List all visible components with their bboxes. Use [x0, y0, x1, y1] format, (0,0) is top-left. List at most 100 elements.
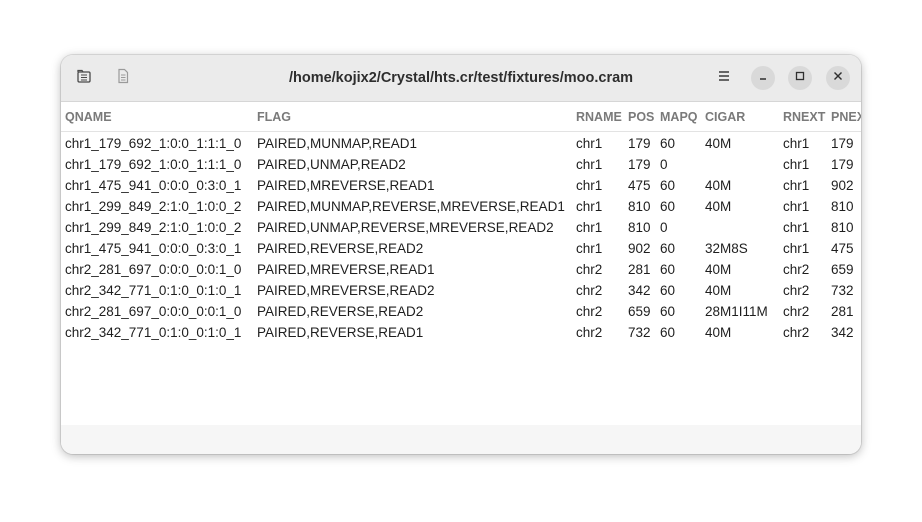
cell-rnext: chr1: [783, 136, 810, 151]
cell-mapq: 60: [660, 262, 676, 277]
cell-cigar: 40M: [705, 283, 732, 298]
cell-rnext: chr1: [783, 241, 810, 256]
cell-pnext: 475: [831, 241, 854, 256]
header-bar: /home/kojix2/Crystal/hts.cr/test/fixture…: [61, 55, 861, 102]
records-table: QNAME FLAG RNAME POS MAPQ CIGAR RNEXT PN…: [61, 102, 861, 343]
cell-flag: PAIRED,REVERSE,READ2: [257, 241, 424, 256]
cell-qname: chr2_281_697_0:0:0_0:0:1_0: [65, 262, 242, 277]
cell-rnext: chr2: [783, 283, 810, 298]
open-folder-icon: [75, 67, 93, 90]
cell-mapq: 0: [660, 157, 668, 172]
cell-mapq: 60: [660, 304, 676, 319]
table-header-row: QNAME FLAG RNAME POS MAPQ CIGAR RNEXT PN…: [61, 102, 861, 132]
cell-qname: chr1_299_849_2:1:0_1:0:0_2: [65, 199, 242, 214]
open-folder-button[interactable]: [72, 66, 96, 90]
cell-mapq: 60: [660, 283, 676, 298]
cell-pnext: 281: [831, 304, 854, 319]
column-header-cigar[interactable]: CIGAR: [701, 102, 779, 132]
maximize-button[interactable]: [788, 66, 812, 90]
cell-rname: chr1: [576, 199, 603, 214]
column-header-qname[interactable]: QNAME: [61, 102, 253, 132]
cell-rnext: chr1: [783, 157, 810, 172]
cell-mapq: 60: [660, 178, 676, 193]
table-row[interactable]: chr1_179_692_1:0:0_1:1:1_0 PAIRED,UNMAP,…: [61, 154, 861, 175]
cell-pnext: 179: [831, 136, 854, 151]
cell-rnext: chr1: [783, 178, 810, 193]
document-button[interactable]: [111, 66, 135, 90]
cell-rnext: chr1: [783, 220, 810, 235]
cell-rnext: chr2: [783, 304, 810, 319]
cell-flag: PAIRED,MREVERSE,READ2: [257, 283, 435, 298]
cell-qname: chr1_475_941_0:0:0_0:3:0_1: [65, 178, 242, 193]
cell-qname: chr2_342_771_0:1:0_0:1:0_1: [65, 325, 242, 340]
cell-rnext: chr2: [783, 325, 810, 340]
cell-pos: 475: [628, 178, 651, 193]
status-bar: [61, 425, 861, 454]
cell-rname: chr1: [576, 178, 603, 193]
cell-rname: chr2: [576, 262, 603, 277]
main-menu-button[interactable]: [712, 66, 736, 90]
table-row[interactable]: chr2_281_697_0:0:0_0:0:1_0 PAIRED,MREVER…: [61, 259, 861, 280]
cell-rname: chr1: [576, 136, 603, 151]
table-row[interactable]: chr1_475_941_0:0:0_0:3:0_1 PAIRED,REVERS…: [61, 238, 861, 259]
table-row[interactable]: chr1_299_849_2:1:0_1:0:0_2 PAIRED,UNMAP,…: [61, 217, 861, 238]
cell-cigar: 40M: [705, 199, 732, 214]
cell-cigar: [701, 154, 779, 175]
cell-pos: 342: [628, 283, 651, 298]
column-header-pnext[interactable]: PNEXT: [827, 102, 861, 132]
column-header-mapq[interactable]: MAPQ: [656, 102, 701, 132]
table-row[interactable]: chr2_342_771_0:1:0_0:1:0_1 PAIRED,MREVER…: [61, 280, 861, 301]
column-header-rnext[interactable]: RNEXT: [779, 102, 827, 132]
cell-rname: chr2: [576, 283, 603, 298]
maximize-icon: [794, 69, 806, 87]
cell-qname: chr2_281_697_0:0:0_0:0:1_0: [65, 304, 242, 319]
cell-flag: PAIRED,MUNMAP,READ1: [257, 136, 418, 151]
table-row[interactable]: chr2_281_697_0:0:0_0:0:1_0 PAIRED,REVERS…: [61, 301, 861, 322]
cell-pos: 810: [628, 220, 651, 235]
document-icon: [114, 67, 132, 90]
table-row[interactable]: chr2_342_771_0:1:0_0:1:0_1 PAIRED,REVERS…: [61, 322, 861, 343]
minimize-button[interactable]: [751, 66, 775, 90]
table-row[interactable]: chr1_179_692_1:0:0_1:1:1_0 PAIRED,MUNMAP…: [61, 133, 861, 154]
cell-rname: chr1: [576, 241, 603, 256]
cell-pos: 810: [628, 199, 651, 214]
cell-flag: PAIRED,REVERSE,READ2: [257, 304, 424, 319]
cell-mapq: 0: [660, 220, 668, 235]
cell-pnext: 732: [831, 283, 854, 298]
cell-qname: chr1_299_849_2:1:0_1:0:0_2: [65, 220, 242, 235]
cell-mapq: 60: [660, 199, 676, 214]
column-header-rname[interactable]: RNAME: [572, 102, 624, 132]
column-header-flag[interactable]: FLAG: [253, 102, 572, 132]
cell-cigar: [701, 217, 779, 238]
cell-flag: PAIRED,REVERSE,READ1: [257, 325, 424, 340]
cell-pnext: 810: [831, 199, 854, 214]
cell-cigar: 40M: [705, 136, 732, 151]
cell-pos: 732: [628, 325, 651, 340]
cell-pnext: 179: [831, 157, 854, 172]
window-title: /home/kojix2/Crystal/hts.cr/test/fixture…: [288, 70, 634, 86]
cell-rname: chr2: [576, 304, 603, 319]
cell-pnext: 902: [831, 178, 854, 193]
table-row[interactable]: chr1_299_849_2:1:0_1:0:0_2 PAIRED,MUNMAP…: [61, 196, 861, 217]
hamburger-menu-icon: [716, 68, 732, 89]
column-header-pos[interactable]: POS: [624, 102, 656, 132]
close-button[interactable]: [826, 66, 850, 90]
cell-pnext: 810: [831, 220, 854, 235]
cell-qname: chr1_179_692_1:0:0_1:1:1_0: [65, 136, 242, 151]
cell-flag: PAIRED,MUNMAP,REVERSE,MREVERSE,READ1: [257, 199, 565, 214]
records-view[interactable]: QNAME FLAG RNAME POS MAPQ CIGAR RNEXT PN…: [61, 102, 861, 425]
cell-pos: 902: [628, 241, 651, 256]
cell-rnext: chr2: [783, 262, 810, 277]
minimize-icon: [757, 69, 769, 87]
cell-rname: chr2: [576, 325, 603, 340]
cell-flag: PAIRED,UNMAP,READ2: [257, 157, 406, 172]
cell-mapq: 60: [660, 325, 676, 340]
table-row[interactable]: chr1_475_941_0:0:0_0:3:0_1 PAIRED,MREVER…: [61, 175, 861, 196]
cell-rname: chr1: [576, 157, 603, 172]
cell-flag: PAIRED,MREVERSE,READ1: [257, 262, 435, 277]
cell-pnext: 659: [831, 262, 854, 277]
cell-qname: chr2_342_771_0:1:0_0:1:0_1: [65, 283, 242, 298]
cell-pos: 179: [628, 157, 651, 172]
cell-qname: chr1_475_941_0:0:0_0:3:0_1: [65, 241, 242, 256]
cell-rname: chr1: [576, 220, 603, 235]
